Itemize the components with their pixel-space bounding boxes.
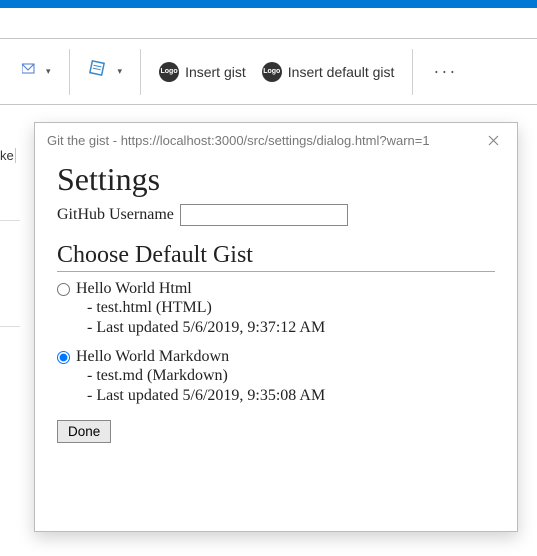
logo-icon: Logo — [159, 62, 179, 82]
ribbon-group-2: ▾ — [72, 39, 139, 104]
ribbon: ▾ ▾ Logo Insert gist Logo Insert default… — [0, 39, 537, 105]
insert-gist-label: Insert gist — [185, 64, 246, 80]
gist-updated-line: - Last updated 5/6/2019, 9:37:12 AM — [57, 318, 495, 338]
ribbon-group-1: ▾ — [6, 39, 67, 104]
username-row: GitHub Username — [57, 204, 495, 226]
chevron-down-icon: ▾ — [46, 66, 51, 77]
gist-radio-row[interactable]: Hello World Markdown — [57, 348, 495, 366]
dialog-close-button[interactable] — [479, 128, 507, 152]
insert-default-gist-label: Insert default gist — [288, 64, 395, 80]
gist-name: Hello World Html — [76, 280, 192, 298]
gist-name: Hello World Markdown — [76, 348, 229, 366]
username-input[interactable] — [180, 204, 348, 226]
dialog-title: Git the gist - https://localhost:3000/sr… — [47, 133, 479, 148]
dialog-body: Settings GitHub Username Choose Default … — [35, 157, 517, 453]
dialog-titlebar: Git the gist - https://localhost:3000/sr… — [35, 123, 517, 157]
choose-default-heading: Choose Default Gist — [57, 242, 495, 269]
gist-option: Hello World Html - test.html (HTML) - La… — [57, 280, 495, 338]
gist-radio[interactable] — [57, 283, 70, 296]
ribbon-overflow-button[interactable]: ··· — [415, 57, 475, 86]
logo-icon: Logo — [262, 62, 282, 82]
gist-updated-line: - Last updated 5/6/2019, 9:35:08 AM — [57, 386, 495, 406]
gist-radio-row[interactable]: Hello World Html — [57, 280, 495, 298]
window-accent-bar — [0, 0, 537, 8]
chevron-down-icon: ▾ — [118, 66, 123, 77]
ellipsis-icon: ··· — [423, 61, 467, 82]
close-icon — [488, 135, 499, 146]
ribbon-separator — [140, 49, 141, 95]
stamp-icon — [88, 59, 110, 84]
gist-radio[interactable] — [57, 351, 70, 364]
gist-option: Hello World Markdown - test.md (Markdown… — [57, 348, 495, 406]
section-divider — [57, 271, 495, 272]
insert-gist-button[interactable]: Logo Insert gist — [151, 58, 254, 86]
ribbon-group-gist: Logo Insert gist Logo Insert default gis… — [143, 39, 410, 104]
ribbon-separator — [69, 49, 70, 95]
mail-dropdown-button[interactable]: ▾ — [14, 57, 59, 87]
gist-file-line: - test.md (Markdown) — [57, 366, 495, 386]
done-button[interactable]: Done — [57, 420, 111, 443]
mail-icon — [22, 61, 38, 83]
settings-dialog: Git the gist - https://localhost:3000/sr… — [34, 122, 518, 532]
stamp-dropdown-button[interactable]: ▾ — [80, 55, 131, 88]
partial-text: ke — [0, 148, 16, 163]
ribbon-separator — [412, 49, 413, 95]
background-divider — [0, 220, 20, 221]
background-divider — [0, 326, 20, 327]
insert-default-gist-button[interactable]: Logo Insert default gist — [254, 58, 403, 86]
gist-file-line: - test.html (HTML) — [57, 298, 495, 318]
settings-heading: Settings — [57, 161, 495, 198]
username-label: GitHub Username — [57, 206, 174, 224]
